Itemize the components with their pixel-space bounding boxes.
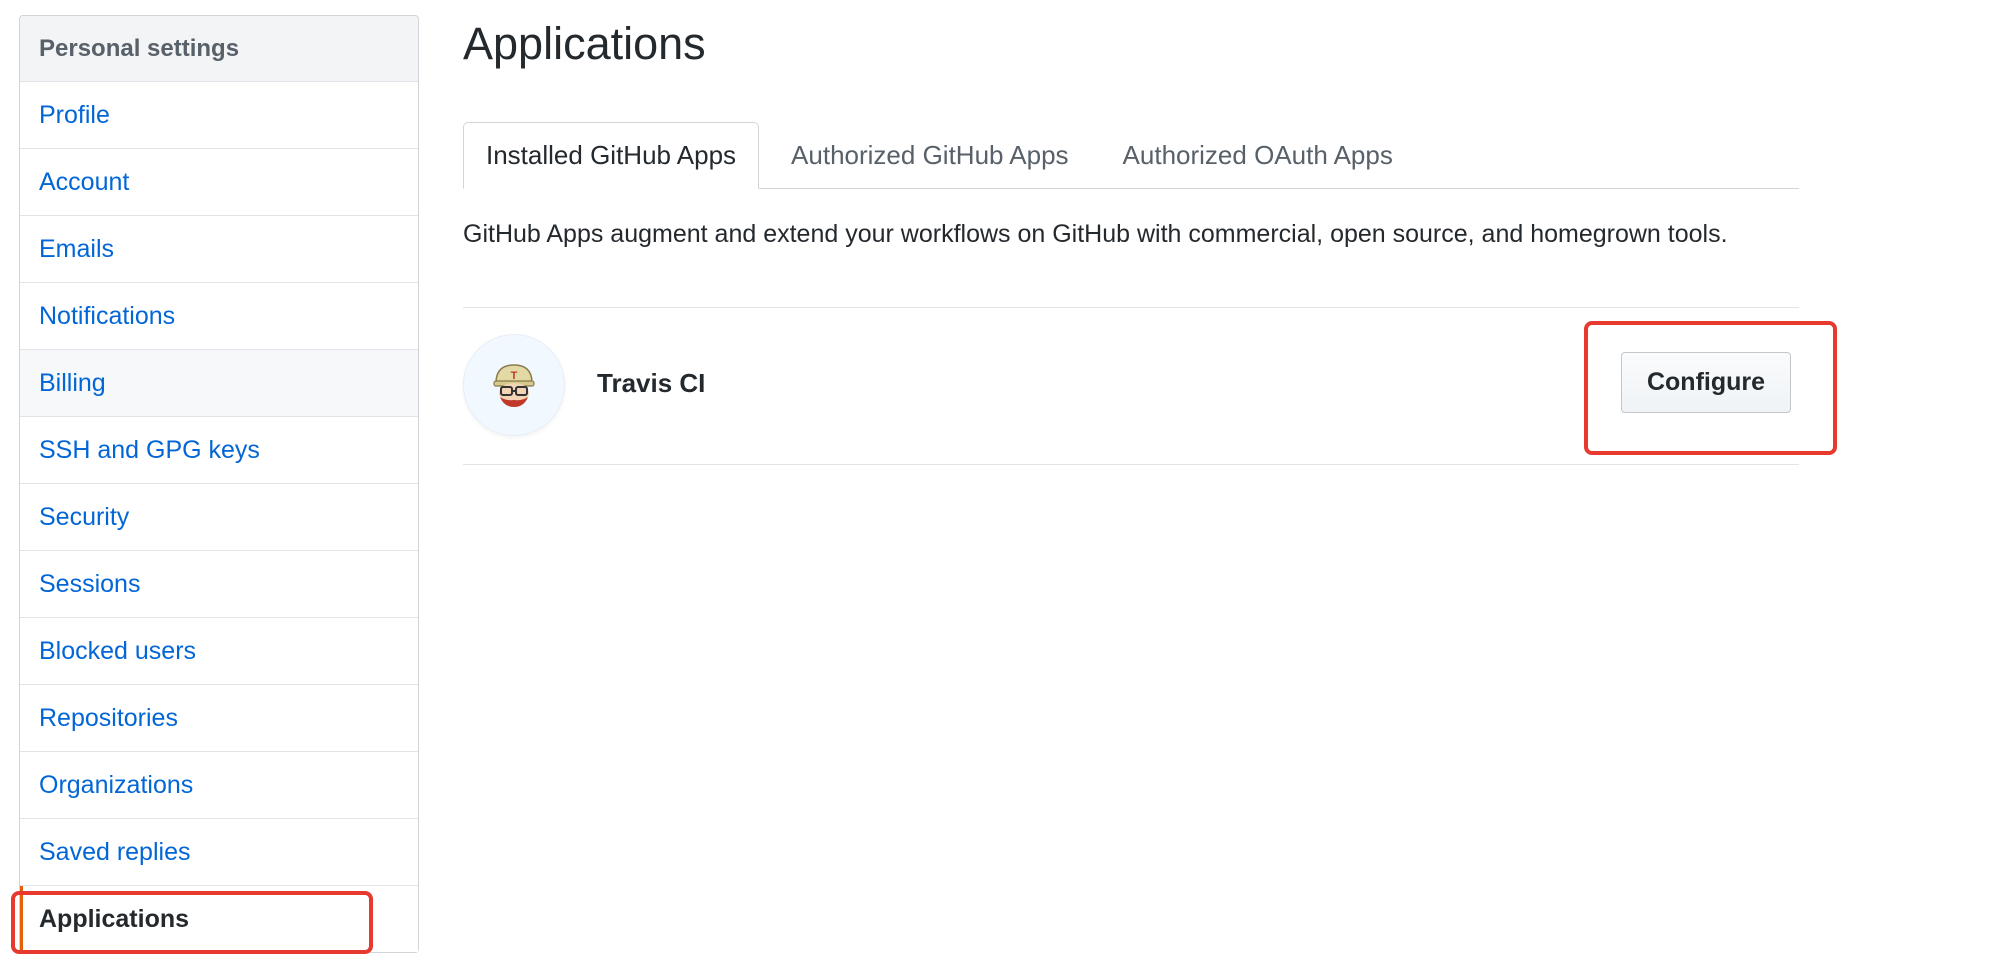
- sidebar-item-blocked-users[interactable]: Blocked users: [20, 618, 418, 685]
- sidebar-item-applications[interactable]: Applications: [20, 886, 418, 952]
- sidebar-item-profile[interactable]: Profile: [20, 82, 418, 149]
- sidebar-header: Personal settings: [20, 16, 418, 82]
- configure-button[interactable]: Configure: [1621, 352, 1791, 413]
- svg-text:T: T: [511, 370, 518, 382]
- tab-authorized-oauth-apps[interactable]: Authorized OAuth Apps: [1091, 122, 1415, 188]
- sidebar-item-sessions[interactable]: Sessions: [20, 551, 418, 618]
- sidebar-item-ssh-gpg-keys[interactable]: SSH and GPG keys: [20, 417, 418, 484]
- sidebar-item-organizations[interactable]: Organizations: [20, 752, 418, 819]
- sidebar-item-billing[interactable]: Billing: [20, 350, 418, 417]
- sidebar-item-saved-replies[interactable]: Saved replies: [20, 819, 418, 886]
- tab-installed-github-apps[interactable]: Installed GitHub Apps: [463, 122, 760, 189]
- tab-authorized-github-apps[interactable]: Authorized GitHub Apps: [759, 122, 1091, 188]
- settings-sidebar: Personal settings Profile Account Emails…: [19, 15, 419, 953]
- sidebar-item-emails[interactable]: Emails: [20, 216, 418, 283]
- sidebar-item-repositories[interactable]: Repositories: [20, 685, 418, 752]
- app-row-travis-ci: T Travis CI Configure: [463, 308, 1799, 464]
- page-title: Applications: [463, 18, 706, 69]
- app-name: Travis CI: [597, 368, 706, 398]
- sidebar-item-notifications[interactable]: Notifications: [20, 283, 418, 350]
- sidebar-item-account[interactable]: Account: [20, 149, 418, 216]
- applications-tabs: Installed GitHub Apps Authorized GitHub …: [463, 122, 1799, 189]
- divider-bottom: [463, 464, 1799, 465]
- travis-ci-mascot-icon: T: [463, 334, 565, 436]
- apps-description: GitHub Apps augment and extend your work…: [463, 220, 1728, 248]
- sidebar-item-security[interactable]: Security: [20, 484, 418, 551]
